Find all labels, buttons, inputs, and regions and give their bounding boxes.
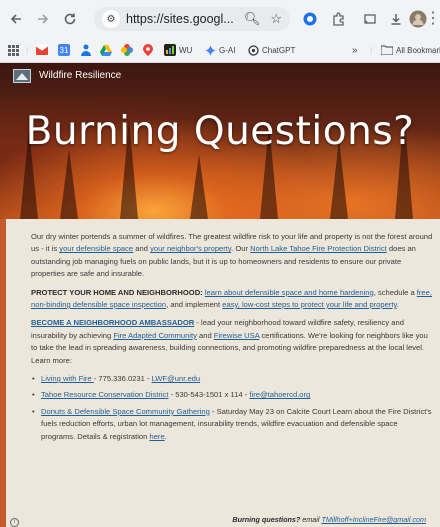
link-firewise-usa[interactable]: Firewise USA <box>214 331 260 340</box>
bookmark-divider: | <box>370 45 373 55</box>
footer-contact: Burning questions? email TMillhoff+Incli… <box>232 515 426 524</box>
photos-icon <box>121 44 133 56</box>
link-ambassador[interactable]: BECOME A NEIGHBORHOOD AMBASSADOR <box>31 318 194 327</box>
browser-toolbar: ⚙ https://sites.googl... 🔍︎ ☆ ⋮ <box>0 0 440 38</box>
wu-icon <box>164 44 176 56</box>
bookmark-person[interactable] <box>80 42 95 58</box>
extension-icon[interactable] <box>300 9 320 29</box>
zoom-icon[interactable]: 🔍︎ <box>244 11 261 27</box>
forward-arrow-icon[interactable] <box>33 9 53 29</box>
left-accent-bar <box>0 219 6 527</box>
bookmark-gmail[interactable] <box>36 42 51 58</box>
bookmark-chatgpt[interactable]: ChatGPT <box>247 42 295 58</box>
link-registration-here[interactable]: here <box>149 432 164 441</box>
bookmark-divider: | <box>26 45 29 55</box>
bookmark-label: WU <box>179 45 193 55</box>
bookmarks-bar: | 31 WU G-AI ChatGPT » | All Bookmar <box>0 38 440 63</box>
maps-icon <box>142 44 154 56</box>
menu-dots-icon[interactable]: ⋮ <box>425 9 440 29</box>
list-item: Donuts & Defensible Space Community Gath… <box>31 406 433 443</box>
bookmark-label: ChatGPT <box>262 45 296 55</box>
info-icon[interactable]: i <box>10 518 19 527</box>
page-title: Burning Questions? <box>25 109 415 154</box>
bookmark-gai[interactable]: G-AI <box>204 42 235 58</box>
main-content: Our dry winter portends a summer of wild… <box>0 219 440 527</box>
back-arrow-icon[interactable] <box>6 9 26 29</box>
link-fire-district[interactable]: North Lake Tahoe Fire Protection Distric… <box>250 244 387 253</box>
site-info-icon[interactable]: ⚙ <box>102 10 120 28</box>
link-tahoercd-email[interactable]: fire@tahoercd.org <box>249 390 310 399</box>
list-item: Tahoe Resource Conservation District - 5… <box>31 389 433 402</box>
ambassador-paragraph: BECOME A NEIGHBORHOOD AMBASSADOR - lead … <box>31 318 428 365</box>
bookmark-maps[interactable] <box>142 42 157 58</box>
bookmark-calendar[interactable]: 31 <box>58 42 73 58</box>
bookmark-photos[interactable] <box>121 42 136 58</box>
link-lwf-email[interactable]: LWF@unr.edu <box>152 374 201 383</box>
calendar-icon: 31 <box>58 44 70 56</box>
download-icon[interactable] <box>386 9 406 29</box>
link-home-hardening[interactable]: learn about defensible space and home ha… <box>205 288 374 297</box>
drive-icon <box>100 44 112 56</box>
browser-chrome: ⚙ https://sites.googl... 🔍︎ ☆ ⋮ | 31 WU … <box>0 0 440 63</box>
person-icon <box>80 44 92 56</box>
gemini-icon <box>204 44 216 56</box>
list-item: Living with Fire - 775.336.0231 - LWF@un… <box>31 373 433 386</box>
link-low-cost-steps[interactable]: easy, low-cost steps to protect your lif… <box>222 300 396 309</box>
resources-list: Living with Fire - 775.336.0231 - LWF@un… <box>31 373 433 443</box>
all-bookmarks-label: All Bookmarks <box>396 45 440 55</box>
bookmark-wu[interactable]: WU <box>164 42 192 58</box>
reload-icon[interactable] <box>60 9 80 29</box>
link-contact-email[interactable]: TMillhoff+InclineFire@gmail.com <box>321 515 426 524</box>
link-neighbors-property[interactable]: your neighbor's property <box>150 244 231 253</box>
content-body: Our dry winter portends a summer of wild… <box>31 231 433 447</box>
link-defensible-space[interactable]: your defensible space <box>59 244 133 253</box>
protect-paragraph: PROTECT YOUR HOME AND NEIGHBORHOOD: lear… <box>31 287 432 310</box>
all-bookmarks-folder[interactable]: All Bookmarks <box>381 42 440 58</box>
intro-paragraph: Our dry winter portends a summer of wild… <box>31 232 433 279</box>
link-tahoe-rcd[interactable]: Tahoe Resource Conservation District <box>41 390 168 399</box>
folder-icon <box>381 44 393 56</box>
cast-icon[interactable] <box>360 9 380 29</box>
address-bar[interactable]: ⚙ https://sites.googl... 🔍︎ ☆ <box>94 7 290 31</box>
url-text: https://sites.googl... <box>126 12 234 26</box>
link-fire-adapted[interactable]: Fire Adapted Community <box>113 331 197 340</box>
gmail-icon <box>36 44 48 56</box>
more-bookmarks-chevron-icon[interactable]: » <box>352 42 358 58</box>
link-donuts-gathering[interactable]: Donuts & Defensible Space Community Gath… <box>41 407 210 416</box>
star-icon[interactable]: ☆ <box>270 11 282 27</box>
site-logo-icon[interactable] <box>13 69 31 83</box>
site-name[interactable]: Wildfire Resilience <box>39 70 121 81</box>
bookmark-drive[interactable] <box>100 42 115 58</box>
hero-banner: Wildfire Resilience Burning Questions? <box>0 63 440 219</box>
puzzle-icon[interactable] <box>328 9 348 29</box>
chatgpt-icon <box>247 44 259 56</box>
apps-grid-icon[interactable] <box>8 42 19 58</box>
bookmark-label: G-AI <box>219 45 236 55</box>
link-living-with-fire[interactable]: Living with Fire <box>41 374 94 383</box>
